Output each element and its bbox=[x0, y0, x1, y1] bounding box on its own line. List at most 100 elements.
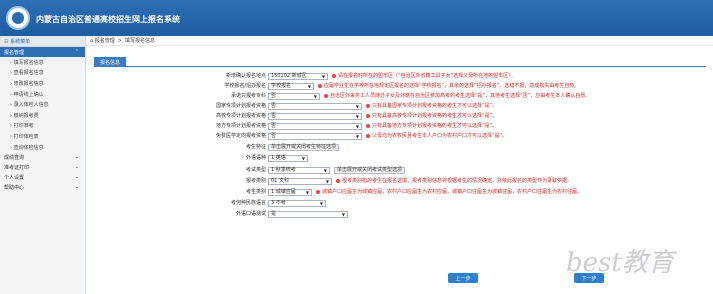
form-row-local-plan: 地方专项计划报考资格 否 ▼ 只有具备地方专项计划报考资格的考生才可以选择“是”。 bbox=[86, 122, 713, 131]
field-label: 报考类别 bbox=[245, 178, 266, 184]
chevron-down-icon: ⌄ bbox=[74, 184, 79, 191]
header-bar: 内蒙古自治区普通高校招生网上报名系统 bbox=[0, 0, 713, 36]
sidebar-group-ticket[interactable]: 准考证打印 ⌄ bbox=[0, 162, 85, 172]
ethnic-language-select[interactable]: 3 不考 ▼ bbox=[268, 200, 326, 207]
sidebar-header: ☷ 系统菜单 bbox=[0, 36, 85, 47]
candidate-type-select[interactable]: 1 城镇应届 ▼ bbox=[268, 189, 312, 196]
breadcrumb-home[interactable]: 报名管理 bbox=[95, 37, 115, 44]
sidebar-group-label: 报名管理 bbox=[4, 49, 25, 56]
field-label: 学校报名/招办报名 bbox=[224, 83, 266, 89]
exam-type-select[interactable]: 1 秋季统考 ▼ bbox=[268, 167, 330, 174]
sidebar-group-registration[interactable]: 报名管理 ⌃ bbox=[0, 47, 85, 57]
sidebar-item-view-info[interactable]: › 查看报名信息 bbox=[0, 68, 85, 79]
sidebar-item-print-medical[interactable]: › 打印体检表 bbox=[0, 131, 85, 142]
field-hint: 只有具备高校专项计划报考资格的考生才可以选择“是”。 bbox=[366, 112, 497, 121]
form-row-ethnic-language: 考何种民族语言 3 不考 ▼ bbox=[86, 199, 713, 208]
caret-down-icon: ▼ bbox=[319, 201, 323, 206]
form-row-medical-plan: 免费医学定向报考资格 否 ▼ 父母均为农牧民且考生本人户口为农村户口才可以选择“是… bbox=[86, 132, 713, 141]
form-row-category: 报考类别 01 文科 ▼ 报考类别指的考生在报名选填，报考类别信息将根据考生的情况… bbox=[86, 177, 713, 186]
language-select[interactable]: 1 英语 ▼ bbox=[268, 155, 308, 162]
sidebar-group-label: 帮助中心 bbox=[4, 184, 25, 191]
field-hint: 请在报名时所在的盟市区（“自治区外省籍工具子女”选择父母所在地的盟市区）。 bbox=[332, 72, 516, 81]
field-hint: 只有具备地方专项计划报考资格的考生才可以选择“是”。 bbox=[366, 122, 497, 131]
field-label: 外语口语测试 bbox=[235, 211, 266, 217]
caret-down-icon: ▼ bbox=[323, 168, 327, 173]
alert-icon bbox=[332, 73, 336, 78]
form-row-features: 考生特征 单击展开或关闭考生特征选项 bbox=[86, 143, 713, 152]
toggle-features-button[interactable]: 单击展开或关闭考生特征选项 bbox=[268, 144, 340, 151]
tab-registration-info[interactable]: 报名信息 bbox=[94, 57, 127, 67]
caret-down-icon: ▼ bbox=[341, 212, 345, 217]
local-plan-select[interactable]: 否 ▼ bbox=[268, 123, 362, 130]
oral-test-select[interactable]: 是 ▼ bbox=[268, 211, 348, 218]
field-label: 考试类型 bbox=[245, 167, 266, 173]
alert-icon bbox=[324, 93, 328, 98]
caret-down-icon: ▼ bbox=[355, 124, 359, 129]
field-label: 国家专项计划报考资格 bbox=[215, 103, 266, 109]
sidebar-item-exam-person[interactable]: › 录入体检人信息 bbox=[0, 99, 85, 110]
sidebar-item-pay-fee[interactable]: › 缴纳报考费 bbox=[0, 110, 85, 121]
alert-icon bbox=[366, 123, 370, 128]
chevron-down-icon: ⌄ bbox=[74, 154, 79, 161]
caret-down-icon: ▼ bbox=[321, 74, 325, 79]
previous-button[interactable]: 上一步 bbox=[448, 273, 478, 283]
site-title: 内蒙古自治区普通高校招生网上报名系统 bbox=[36, 15, 180, 24]
form-row-report-mode: 学校报名/招办报名 学校报名 ▼ 应届毕业生在学校所在地规定区报名的选择“学校报名… bbox=[86, 82, 713, 91]
breadcrumb-separator: > bbox=[117, 37, 122, 44]
alert-icon bbox=[318, 83, 322, 88]
field-label: 免费医学定向报考资格 bbox=[215, 133, 266, 139]
field-hint: 城镇户口应届生为城镇应届，农村户口应届生为农村应届，城镇户口往届生为城镇往届，农… bbox=[316, 188, 582, 197]
toggle-exam-type-button[interactable]: 单击展开或关闭考试类型选项 bbox=[334, 167, 406, 174]
form-row-location: 新增确认报名地点 150102 新城区 ▼ 请在报名时所在的盟市区（“自治区外省籍… bbox=[86, 72, 713, 81]
form-row-oral-test: 外语口语测试 是 ▼ bbox=[86, 210, 713, 219]
sidebar-group-scores[interactable]: 成绩查询 ⌄ bbox=[0, 152, 85, 162]
medical-plan-select[interactable]: 否 ▼ bbox=[268, 133, 362, 140]
form-row-exam-type: 考试类型 1 秋季统考 ▼ 单击展开或关闭考试类型选项 bbox=[86, 166, 713, 175]
breadcrumb: ⌂ 报名管理 > 填写报名信息 bbox=[86, 36, 713, 46]
alert-icon bbox=[366, 103, 370, 108]
caret-down-icon: ▼ bbox=[355, 134, 359, 139]
sidebar-group-help[interactable]: 帮助中心 ⌄ bbox=[0, 182, 85, 192]
system-logo-icon bbox=[6, 6, 30, 30]
field-label: 新增确认报名地点 bbox=[225, 73, 266, 79]
sidebar-group-settings[interactable]: 个人设置 ⌄ bbox=[0, 172, 85, 182]
university-plan-select[interactable]: 否 ▼ bbox=[268, 113, 362, 120]
form-row-university-plan: 高校专项计划报考资格 否 ▼ 只有具备高校专项计划报考资格的考生才可以选择“是”。 bbox=[86, 112, 713, 121]
sidebar-group-label: 成绩查询 bbox=[4, 154, 25, 161]
sidebar-item-fill-info[interactable]: › 填写报名信息 bbox=[0, 57, 85, 68]
chevron-up-icon: ⌃ bbox=[74, 49, 79, 55]
field-label: 承诺只报考专科 bbox=[230, 93, 266, 99]
sidebar-item-query-medical[interactable]: › 查询体检信息 bbox=[0, 142, 85, 153]
alert-icon bbox=[316, 189, 320, 194]
field-label: 考生类别 bbox=[245, 189, 266, 195]
alert-icon bbox=[366, 133, 370, 138]
field-hint: 报考类别指的考生在报名选填，报考类别信息将根据考生的情况确定，并依此报名的类型作… bbox=[336, 177, 572, 186]
caret-down-icon: ▼ bbox=[313, 94, 317, 99]
field-label: 外语语种 bbox=[245, 155, 266, 161]
alert-icon bbox=[366, 113, 370, 118]
sidebar-item-edit-info[interactable]: › 修改报名信息 bbox=[0, 78, 85, 89]
chevron-down-icon: ⌄ bbox=[74, 164, 79, 171]
sidebar-item-confirm-online[interactable]: › 申请线上确认 bbox=[0, 89, 85, 100]
sidebar-group-label: 个人设置 bbox=[4, 174, 25, 181]
sidebar: ☷ 系统菜单 报名管理 ⌃ › 填写报名信息 › 查看报名信息 › 修改报名信息… bbox=[0, 36, 86, 294]
field-label: 地方专项计划报考资格 bbox=[215, 123, 266, 129]
field-hint: 父母均为农牧民且考生本人户口为农村户口才可以选择“是”。 bbox=[366, 132, 507, 141]
report-mode-select[interactable]: 学校报名 ▼ bbox=[268, 83, 314, 90]
caret-down-icon: ▼ bbox=[355, 114, 359, 119]
caret-down-icon: ▼ bbox=[355, 104, 359, 109]
specialist-only-select[interactable]: 否 ▼ bbox=[268, 93, 320, 100]
caret-down-icon: ▼ bbox=[325, 179, 329, 184]
caret-down-icon: ▼ bbox=[301, 156, 305, 161]
caret-down-icon: ▼ bbox=[307, 84, 311, 89]
national-plan-select[interactable]: 否 ▼ bbox=[268, 103, 362, 110]
field-label: 考何种民族语言 bbox=[230, 200, 266, 206]
sidebar-item-print-admission[interactable]: › 打印准考 bbox=[0, 121, 85, 132]
field-label: 考生特征 bbox=[245, 144, 266, 150]
field-hint: 只有具备国家专项计划报考资格的考生才可以选择“是”。 bbox=[366, 102, 497, 111]
chevron-down-icon: ⌄ bbox=[74, 174, 79, 181]
form-row-candidate-type: 考生类别 1 城镇应届 ▼ 城镇户口应届生为城镇应届，农村户口应届生为农村应届，城… bbox=[86, 188, 713, 197]
location-select[interactable]: 150102 新城区 ▼ bbox=[268, 73, 328, 80]
category-select[interactable]: 01 文科 ▼ bbox=[268, 178, 332, 185]
form-row-national-plan: 国家专项计划报考资格 否 ▼ 只有具备国家专项计划报考资格的考生才可以选择“是”。 bbox=[86, 102, 713, 111]
